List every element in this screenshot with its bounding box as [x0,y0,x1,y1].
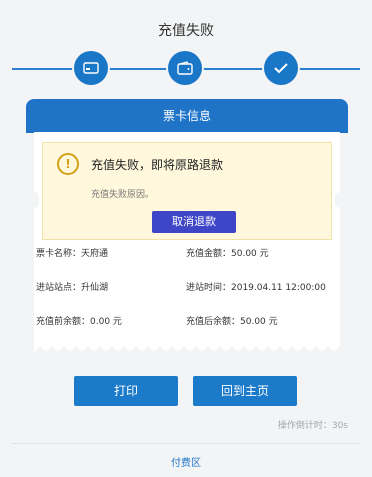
entry-station: 进站站点：升仙湖 [36,283,109,293]
step-card [74,51,108,85]
home-button[interactable]: 回到主页 [193,376,297,406]
footer-divider [12,443,360,444]
card-icon [83,62,99,74]
balance-before: 充值前余额：0.00 元 [36,317,122,327]
check-icon [274,63,288,74]
wallet-icon [177,61,193,75]
cancel-refund-button[interactable]: 取消退款 [152,211,236,233]
countdown-timer: 操作倒计时：30s [277,421,348,431]
entry-time: 进站时间：2019.04.11 12:00:00 [186,283,326,293]
step-complete [264,51,298,85]
balance-after: 充值后余额：50.00 元 [186,317,278,327]
paid-zone-label: 付费区 [171,458,201,469]
recharge-amount: 充值金额：50.00 元 [186,249,269,259]
warning-banner: ! 充值失败，即将原路退款 充值失败原因。 取消退款 [42,142,332,240]
receipt-notch-right [335,192,345,208]
card-name: 票卡名称：天府通 [36,249,109,259]
receipt: ! 充值失败，即将原路退款 充值失败原因。 取消退款 票卡名称：天府通 充值金额… [29,132,345,348]
warning-title: 充值失败，即将原路退款 [91,158,224,172]
step-wallet [168,51,202,85]
receipt-edge [34,340,340,352]
page-title: 充值失败 [158,23,214,39]
card-details: 票卡名称：天府通 充值金额：50.00 元 进站站点：升仙湖 进站时间：2019… [36,246,336,348]
warning-icon: ! [57,153,79,175]
failure-reason: 充值失败原因。 [91,190,155,200]
print-button[interactable]: 打印 [74,376,178,406]
receipt-notch-left [29,192,39,208]
